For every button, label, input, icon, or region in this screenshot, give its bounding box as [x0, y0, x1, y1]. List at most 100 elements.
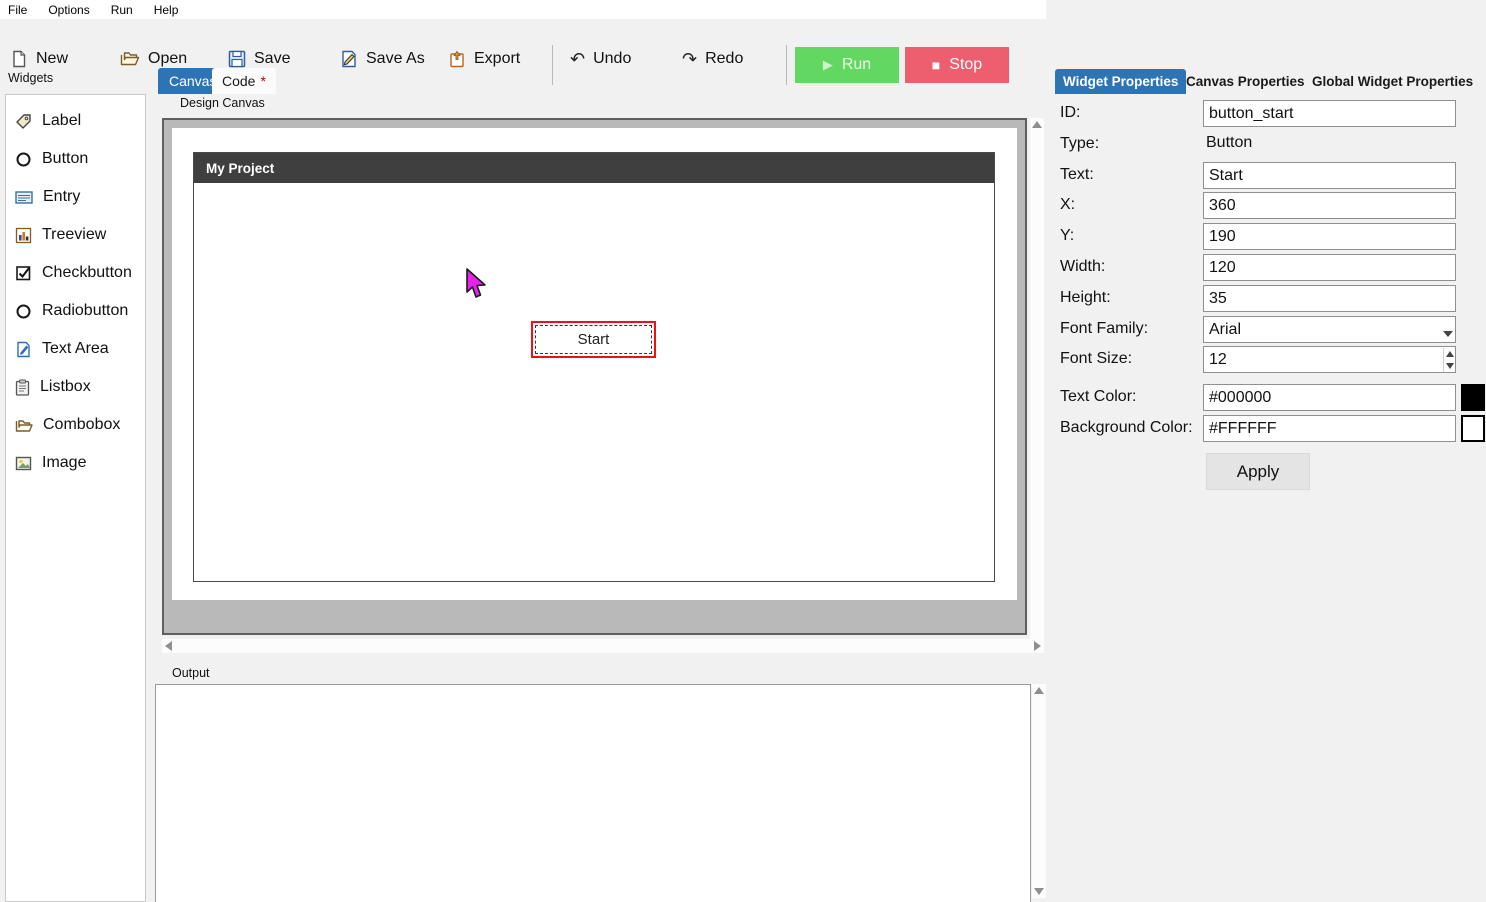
stop-button[interactable]: ■ Stop [905, 47, 1009, 83]
widget-item-textarea[interactable]: Text Area [6, 334, 145, 364]
widget-item-treeview[interactable]: Treeview [6, 220, 145, 250]
export-label: Export [474, 50, 521, 67]
preview-window-title: My Project [206, 160, 275, 176]
widget-item-text: Listbox [40, 378, 91, 395]
tab-widget-properties[interactable]: Widget Properties [1055, 69, 1187, 94]
output-vertical-scrollbar[interactable] [1032, 684, 1046, 898]
font-size-spinner[interactable] [1203, 346, 1456, 373]
prop-row-background-color: Background Color: [1046, 415, 1486, 443]
background-color-swatch[interactable] [1461, 415, 1485, 442]
canvas-vertical-scrollbar[interactable] [1030, 118, 1044, 652]
tab-code[interactable]: Code * [212, 68, 276, 94]
text-label: Text: [1060, 166, 1094, 183]
save-as-button[interactable]: Save As [340, 50, 425, 68]
new-document-icon [13, 50, 26, 68]
widget-item-listbox[interactable]: Listbox [6, 372, 145, 402]
run-button[interactable]: ▶ Run [795, 47, 899, 83]
design-canvas-label: Design Canvas [180, 96, 265, 110]
width-input[interactable] [1203, 254, 1456, 281]
picture-icon [15, 456, 32, 470]
scroll-left-arrow-icon[interactable] [165, 641, 172, 651]
tab-global-widget-properties[interactable]: Global Widget Properties [1304, 69, 1481, 94]
widget-list: Label Button Entry Treeview Checkbutton … [5, 94, 146, 902]
widget-item-image[interactable]: Image [6, 448, 145, 478]
widget-item-combobox[interactable]: Combobox [6, 410, 145, 440]
open-button[interactable]: Open [120, 50, 187, 68]
new-button[interactable]: New [10, 50, 68, 68]
widget-item-text: Combobox [43, 416, 121, 433]
export-icon [450, 50, 464, 68]
toolbar-separator [552, 45, 553, 85]
save-label: Save [254, 50, 291, 67]
text-input[interactable] [1203, 162, 1456, 189]
scroll-up-arrow-icon[interactable] [1034, 687, 1044, 694]
prop-row-font-family: Font Family: [1046, 316, 1486, 344]
font-family-select[interactable] [1203, 316, 1456, 343]
dropdown-arrow-icon[interactable] [1442, 326, 1454, 342]
undo-button[interactable]: ↶ Undo [570, 50, 631, 68]
design-surface[interactable]: My Project Start [172, 128, 1017, 600]
prop-row-font-size: Font Size: [1046, 346, 1486, 374]
tab-canvas-properties[interactable]: Canvas Properties [1178, 69, 1313, 94]
tag-icon [16, 113, 31, 129]
height-label: Height: [1060, 289, 1111, 306]
widget-item-button[interactable]: Button [6, 144, 145, 174]
checked-box-icon [16, 265, 31, 280]
widget-item-checkbutton[interactable]: Checkbutton [6, 258, 145, 288]
stop-label: Stop [949, 56, 983, 73]
widget-item-text: Image [42, 454, 87, 471]
background-color-label: Background Color: [1060, 419, 1193, 436]
menu-run[interactable]: Run [111, 3, 133, 17]
new-label: New [36, 50, 69, 67]
background-color-input[interactable] [1203, 415, 1456, 442]
type-value: Button [1206, 134, 1253, 151]
text-color-input[interactable] [1203, 384, 1456, 411]
prop-row-y: Y: [1046, 223, 1486, 251]
undo-label: Undo [593, 50, 632, 67]
widget-item-radiobutton[interactable]: Radiobutton [6, 296, 145, 326]
x-input[interactable] [1203, 192, 1456, 219]
entry-field-icon [15, 190, 33, 204]
menu-help[interactable]: Help [154, 3, 179, 17]
bar-chart-icon [15, 227, 32, 243]
widget-item-text: Entry [43, 188, 81, 205]
type-label: Type: [1060, 135, 1100, 152]
output-console[interactable] [155, 684, 1031, 902]
id-label: ID: [1060, 104, 1081, 121]
apply-button[interactable]: Apply [1206, 453, 1310, 490]
preview-window-body[interactable]: Start [194, 183, 994, 581]
export-button[interactable]: Export [448, 50, 520, 68]
canvas-horizontal-scrollbar[interactable] [162, 639, 1044, 653]
open-label: Open [148, 50, 188, 67]
spinner-arrows-icon[interactable] [1443, 348, 1454, 372]
canvas-start-button[interactable]: Start [531, 321, 656, 358]
height-input[interactable] [1203, 285, 1456, 312]
scroll-up-arrow-icon[interactable] [1032, 121, 1042, 128]
scroll-right-arrow-icon[interactable] [1034, 641, 1041, 651]
text-color-swatch[interactable] [1461, 384, 1485, 411]
text-color-label: Text Color: [1060, 388, 1137, 405]
font-size-label: Font Size: [1060, 350, 1133, 367]
prop-row-x: X: [1046, 192, 1486, 220]
play-icon: ▶ [822, 57, 833, 72]
save-button[interactable]: Save [228, 50, 290, 68]
canvas-start-button-text: Start [577, 331, 610, 348]
x-label: X: [1060, 196, 1076, 213]
redo-button[interactable]: ↷ Redo [682, 50, 743, 68]
run-label: Run [841, 56, 872, 73]
widgets-panel-title: Widgets [8, 71, 54, 85]
unsaved-indicator: * [260, 73, 266, 89]
redo-label: Redo [705, 50, 744, 67]
menu-file[interactable]: File [8, 3, 27, 17]
save-as-document-pencil-icon [342, 50, 356, 68]
widget-item-label[interactable]: Label [6, 106, 145, 136]
clipboard-icon [15, 379, 30, 396]
scroll-down-arrow-icon[interactable] [1034, 888, 1044, 895]
widget-item-entry[interactable]: Entry [6, 182, 145, 212]
y-input[interactable] [1203, 223, 1456, 250]
gui-builder-app: File Options Run Help New Open Save Save… [0, 0, 1486, 902]
id-input[interactable] [1203, 100, 1456, 127]
save-floppy-icon [228, 50, 246, 68]
widget-item-text: Treeview [42, 226, 107, 243]
menu-options[interactable]: Options [48, 3, 89, 17]
